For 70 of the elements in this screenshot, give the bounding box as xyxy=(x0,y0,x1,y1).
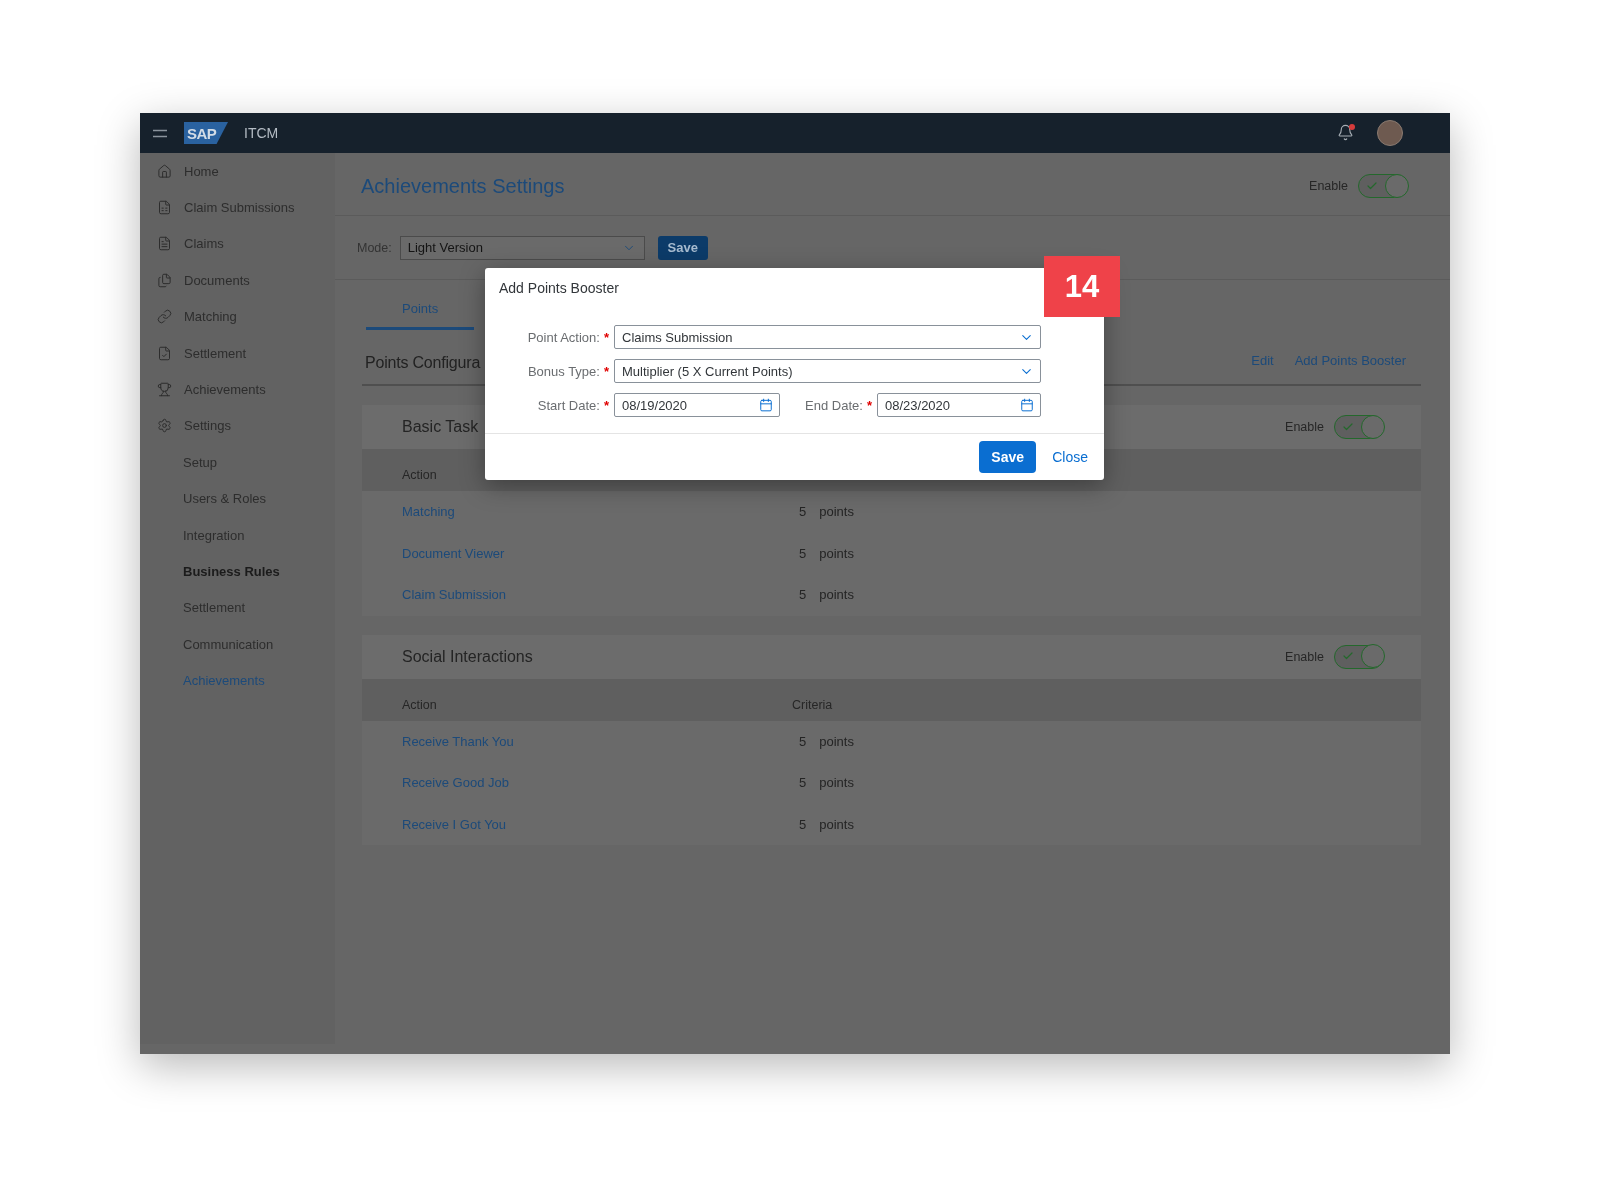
trophy-icon xyxy=(157,382,172,398)
documents-icon xyxy=(157,272,172,288)
field-label: Bonus Type: xyxy=(527,363,600,379)
required-mark: * xyxy=(866,397,872,413)
enable-label: Enable xyxy=(1309,179,1348,193)
save-button[interactable]: Save xyxy=(979,441,1037,473)
points-unit: points xyxy=(819,733,854,749)
page-title: Achievements Settings xyxy=(361,174,565,198)
spreadsheet-icon xyxy=(157,200,172,216)
section-title: Points Configura xyxy=(365,354,481,372)
select-field[interactable]: Multiplier (5 X Current Points) xyxy=(614,359,1041,383)
calendar-icon xyxy=(759,398,773,412)
date-field[interactable]: 08/23/2020 xyxy=(877,393,1041,417)
column-header: Action xyxy=(402,697,437,712)
points-value: 5 xyxy=(799,733,807,749)
document-check-icon xyxy=(157,345,172,361)
points-unit: points xyxy=(819,587,854,603)
action-link[interactable]: Claim Submission xyxy=(402,587,507,603)
home-icon xyxy=(157,163,172,179)
points-unit: points xyxy=(819,545,854,561)
calendar-icon xyxy=(1020,398,1034,412)
points-unit: points xyxy=(819,775,854,791)
field-label: Start Date: xyxy=(537,397,600,413)
panel-title: Social Interactions xyxy=(402,647,533,666)
date-field[interactable]: 08/19/2020 xyxy=(614,393,780,417)
field-label: Point Action: xyxy=(527,329,600,345)
save-button[interactable]: Save xyxy=(657,235,708,260)
settings-icon xyxy=(157,418,172,434)
points-unit: points xyxy=(819,504,854,520)
panel-title: Basic Task xyxy=(402,418,479,436)
sidebar-item[interactable]: Achievements xyxy=(140,662,275,699)
toggle-switch[interactable] xyxy=(1334,644,1384,669)
field-label: End Date: xyxy=(805,397,863,413)
enable-label: Enable xyxy=(1285,420,1324,434)
points-unit: points xyxy=(819,816,854,832)
mode-select[interactable]: Light Version xyxy=(399,235,645,260)
check-icon xyxy=(1342,650,1354,662)
dialog-title: Add Points Booster xyxy=(499,280,619,296)
enable-label: Enable xyxy=(1285,649,1324,664)
action-link[interactable]: Document Viewer xyxy=(402,545,505,561)
action-link[interactable]: Receive Thank You xyxy=(402,733,514,749)
toggle-switch[interactable] xyxy=(1334,415,1384,439)
points-value: 5 xyxy=(799,504,807,520)
sidebar-item[interactable]: Business Rules xyxy=(140,553,290,590)
logo: SAP xyxy=(184,122,228,144)
link-icon xyxy=(157,309,172,325)
tab[interactable]: Points xyxy=(366,290,475,330)
action-link[interactable]: Receive Good Job xyxy=(402,775,509,791)
close-link[interactable]: Close xyxy=(1052,449,1088,465)
required-mark: * xyxy=(603,397,609,413)
points-value: 5 xyxy=(799,775,807,791)
points-value: 5 xyxy=(799,587,807,603)
column-header: Action xyxy=(402,468,437,482)
action-link[interactable]: Edit xyxy=(1251,352,1274,368)
required-mark: * xyxy=(603,329,609,345)
required-mark: * xyxy=(603,363,609,379)
points-value: 5 xyxy=(799,816,807,832)
action-link[interactable]: Add Points Booster xyxy=(1294,352,1406,368)
select-field[interactable]: Claims Submission xyxy=(614,325,1041,349)
menu-icon[interactable] xyxy=(153,128,167,138)
app-name: ITCM xyxy=(244,125,279,141)
bell-icon[interactable] xyxy=(1337,124,1354,141)
action-link[interactable]: Receive I Got You xyxy=(402,816,507,832)
toggle-switch[interactable] xyxy=(1358,174,1408,198)
avatar[interactable] xyxy=(1377,120,1403,146)
step-badge: 14 xyxy=(1044,256,1120,317)
document-icon xyxy=(157,236,172,252)
points-value: 5 xyxy=(799,545,807,561)
column-header: Criteria xyxy=(792,697,833,712)
action-link[interactable]: Matching xyxy=(402,504,455,520)
